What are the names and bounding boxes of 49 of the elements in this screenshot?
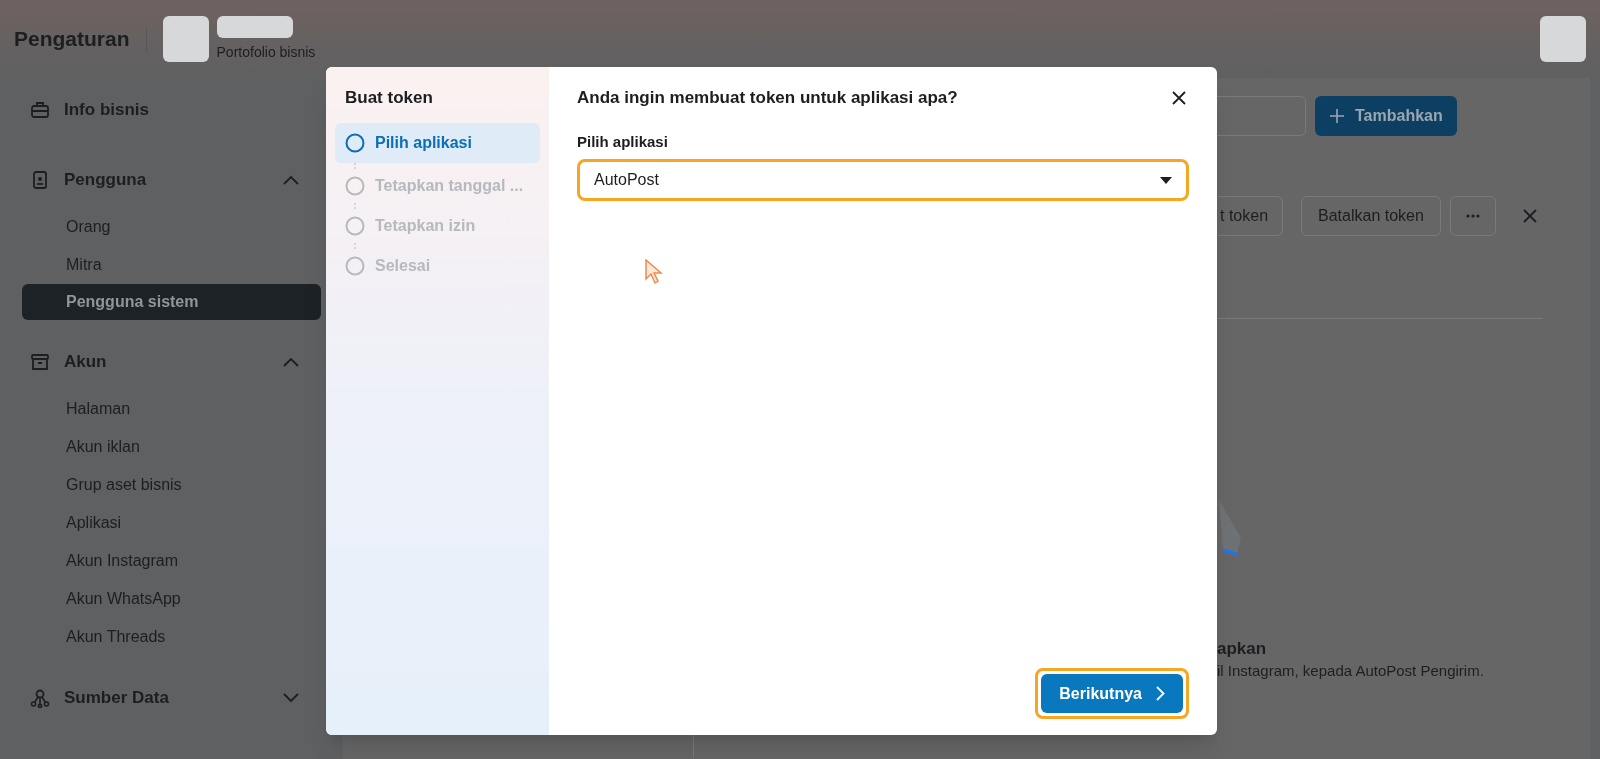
empty-state-title: apkan [1217, 638, 1267, 660]
sidebar-item[interactable]: Grup aset bisnis [22, 466, 321, 504]
sidebar-item[interactable]: Aplikasi [22, 504, 321, 542]
more-icon [1465, 214, 1480, 218]
close-icon[interactable] [1171, 89, 1187, 106]
step-circle-icon [345, 255, 365, 276]
wizard-step[interactable]: Selesai [335, 248, 540, 283]
sidebar-item[interactable]: Akun Instagram [22, 542, 321, 580]
add-button[interactable]: Tambahkan [1315, 96, 1457, 136]
chevron-down-icon[interactable] [283, 693, 299, 703]
sidebar-item[interactable]: Akun WhatsApp [22, 580, 321, 618]
section-header[interactable]: Sumber Data [64, 685, 269, 711]
wizard-step[interactable]: Tetapkan izin [335, 208, 540, 243]
plus-icon [1329, 108, 1345, 124]
cancel-token-button[interactable]: Batalkan token [1301, 196, 1441, 236]
archive-box-icon [30, 352, 50, 372]
sidebar-item[interactable]: Akun Threads [22, 618, 321, 656]
dialog-heading: Anda ingin membuat token untuk aplikasi apa? [577, 87, 958, 109]
id-badge-icon [30, 170, 50, 190]
sidebar-item[interactable]: Info bisnis [64, 97, 313, 123]
step-circle-icon [345, 132, 365, 153]
field-label: Pilih aplikasi [577, 131, 669, 152]
portfolio-label: Portofolio bisnis [216, 42, 316, 62]
sidebar-item[interactable]: Pengguna sistem [22, 284, 321, 320]
briefcase-icon [30, 100, 50, 120]
page-title: Pengaturan [14, 26, 130, 53]
sidebar-item[interactable]: Akun iklan [22, 428, 321, 466]
sidebar-item[interactable]: Halaman [22, 390, 321, 428]
avatar-placeholder [162, 16, 209, 62]
more-button[interactable] [1449, 196, 1496, 236]
chevron-up-icon[interactable] [283, 175, 299, 185]
step-circle-icon [345, 175, 365, 196]
network-nodes-icon [30, 688, 50, 708]
chevron-up-icon[interactable] [283, 357, 299, 367]
next-button[interactable]: Berikutnya [1041, 674, 1183, 713]
app-select[interactable]: AutoPost [577, 159, 1189, 201]
dropdown-caret-icon [1160, 176, 1172, 184]
section-header[interactable]: Akun [64, 349, 269, 375]
step-circle-icon [345, 215, 365, 236]
wizard-step[interactable]: Pilih aplikasi [335, 122, 540, 163]
section-header[interactable]: Pengguna [64, 167, 269, 193]
sidebar-item[interactable]: Orang [22, 208, 321, 246]
sidebar-item[interactable]: Mitra [22, 246, 321, 284]
token-button[interactable]: t token [1218, 196, 1284, 236]
dialog-sidebar-title: Buat token [344, 87, 434, 109]
mouse-cursor-icon [645, 259, 663, 285]
empty-state-text: il Instagram, kepada AutoPost Pengirim. [1217, 661, 1484, 681]
chevron-right-icon [1156, 686, 1165, 701]
wizard-step[interactable]: Tetapkan tanggal ... [335, 168, 540, 203]
